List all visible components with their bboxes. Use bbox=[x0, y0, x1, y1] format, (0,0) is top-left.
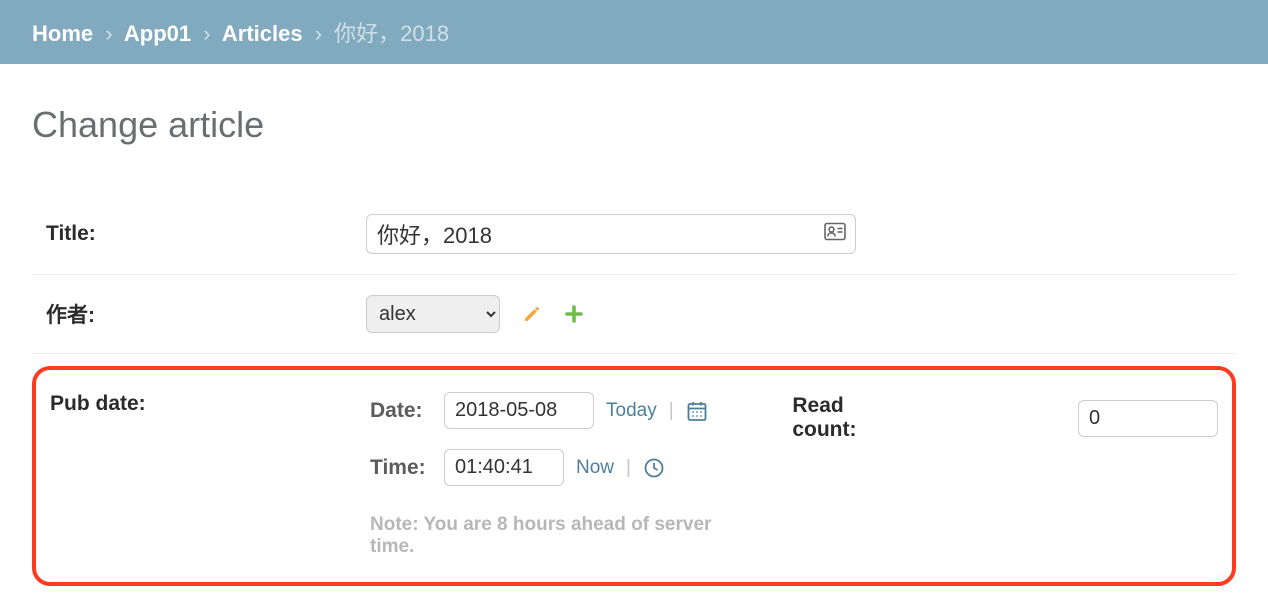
separator: | bbox=[669, 400, 674, 422]
date-picker-button[interactable] bbox=[686, 400, 708, 422]
highlight-box: Pub date: Date: Today | bbox=[32, 366, 1236, 586]
date-sub-label: Date: bbox=[370, 399, 432, 423]
time-input[interactable] bbox=[444, 449, 564, 486]
readcount-input[interactable] bbox=[1078, 400, 1218, 437]
row-pubdate: Pub date: Date: Today | bbox=[50, 392, 1218, 558]
time-sub-label: Time: bbox=[370, 456, 432, 480]
author-controls: alex bbox=[366, 295, 584, 333]
pubdate-label: Pub date: bbox=[50, 392, 330, 416]
page-title: Change article bbox=[32, 104, 1236, 146]
breadcrumb-sep: › bbox=[315, 21, 322, 46]
title-input-wrap bbox=[366, 214, 856, 254]
clock-icon bbox=[643, 457, 665, 479]
breadcrumb-home[interactable]: Home bbox=[32, 21, 93, 46]
readcount-label: Read count: bbox=[792, 394, 904, 442]
plus-icon bbox=[564, 304, 584, 324]
pubdate-inputs: Date: Today | bbox=[370, 392, 752, 558]
date-input[interactable] bbox=[444, 392, 594, 429]
content: Change article Title: 作者: alex bbox=[0, 64, 1268, 606]
calendar-icon bbox=[686, 400, 708, 422]
title-label: Title: bbox=[46, 222, 326, 246]
row-author: 作者: alex bbox=[32, 275, 1236, 354]
edit-author-button[interactable] bbox=[522, 304, 542, 324]
author-label: 作者: bbox=[46, 299, 326, 329]
separator: | bbox=[626, 457, 631, 479]
time-subrow: Time: Now | bbox=[370, 449, 752, 486]
breadcrumb-app[interactable]: App01 bbox=[124, 21, 191, 46]
readcount-group: Read count: bbox=[792, 392, 1218, 442]
breadcrumb-sep: › bbox=[105, 21, 112, 46]
pencil-icon bbox=[522, 304, 542, 324]
now-link[interactable]: Now bbox=[576, 457, 614, 479]
contact-card-icon bbox=[824, 223, 846, 246]
breadcrumb-sep: › bbox=[203, 21, 210, 46]
add-author-button[interactable] bbox=[564, 304, 584, 324]
breadcrumb-current: 你好，2018 bbox=[334, 21, 449, 46]
breadcrumb-model[interactable]: Articles bbox=[222, 21, 303, 46]
title-input[interactable] bbox=[366, 214, 856, 254]
time-picker-button[interactable] bbox=[643, 457, 665, 479]
row-title: Title: bbox=[32, 194, 1236, 275]
timezone-note: Note: You are 8 hours ahead of server ti… bbox=[370, 514, 752, 558]
date-subrow: Date: Today | bbox=[370, 392, 752, 429]
author-select[interactable]: alex bbox=[366, 295, 500, 333]
today-link[interactable]: Today bbox=[606, 400, 657, 422]
breadcrumb: Home › App01 › Articles › 你好，2018 bbox=[0, 0, 1268, 64]
